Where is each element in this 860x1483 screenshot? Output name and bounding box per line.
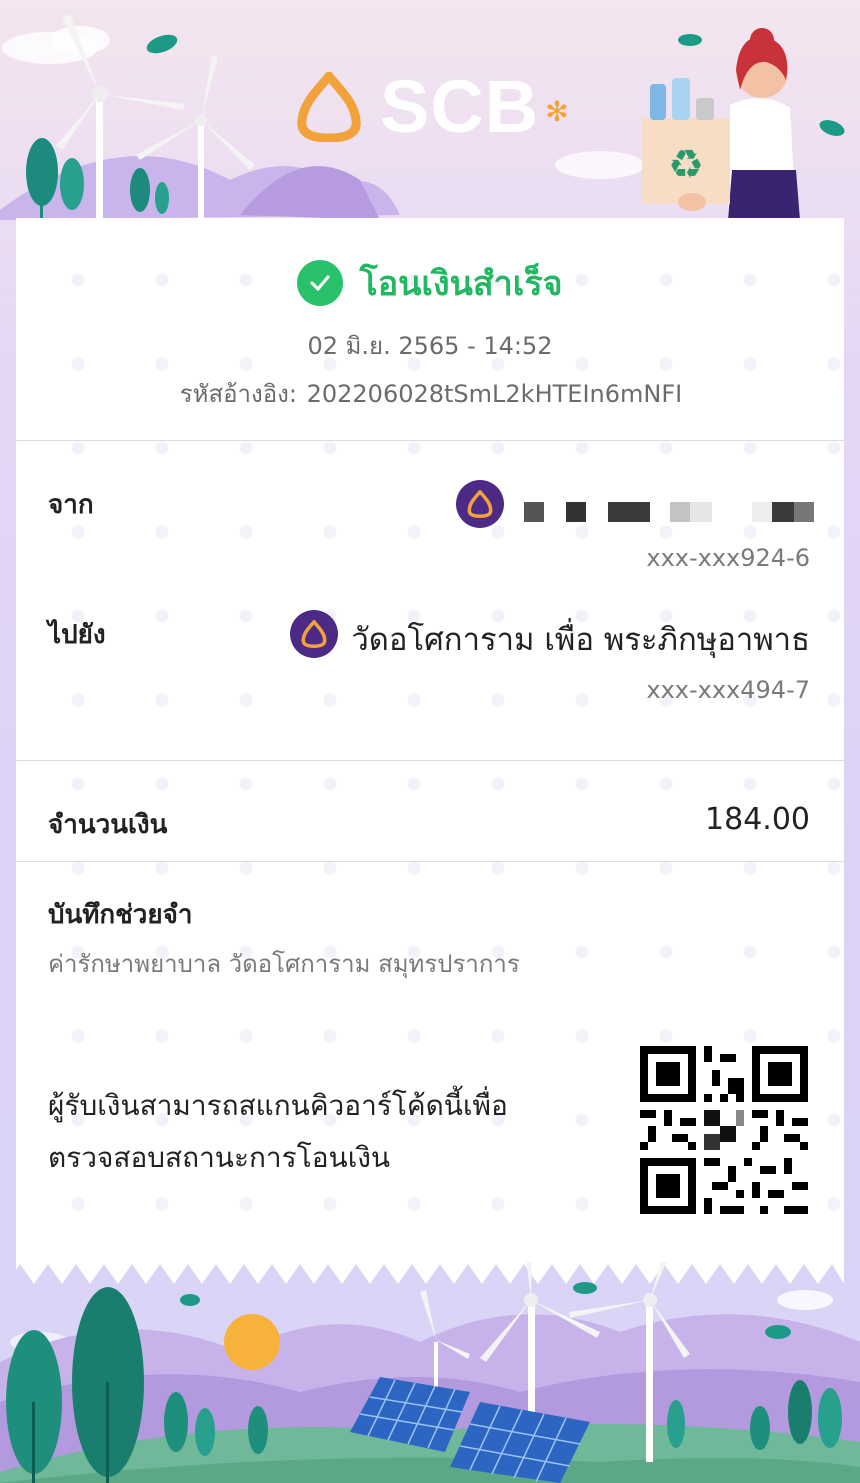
from-label: จาก xyxy=(48,490,94,520)
from-account-number: xxx-xxx924-6 xyxy=(646,544,810,572)
reference-value: 202206028tSmL2kHTEIn6mNFI xyxy=(306,380,683,408)
transaction-datetime: 02 มิ.ย. 2565 - 14:52 xyxy=(307,332,553,360)
reference-line: รหัสอ้างอิง: 202206028tSmL2kHTEIn6mNFI xyxy=(16,374,844,413)
reference-label: รหัสอ้างอิง: xyxy=(179,380,297,408)
from-name-masked xyxy=(524,502,814,522)
memo-label: บันทึกช่วยจำ xyxy=(48,900,193,930)
brand-star-icon: ✻ xyxy=(545,94,569,128)
divider xyxy=(16,861,844,862)
qr-code[interactable] xyxy=(640,1046,808,1214)
from-bank-icon xyxy=(456,480,504,528)
footer-background-art xyxy=(0,1262,860,1483)
memo-text: ค่ารักษาพยาบาล วัดอโศการาม สมุทรปราการ xyxy=(48,950,520,978)
receipt-card: โอนเงินสำเร็จ 02 มิ.ย. 2565 - 14:52 รหัส… xyxy=(16,218,844,1262)
to-account-number: xxx-xxx494-7 xyxy=(646,676,810,704)
scb-logo: SCB ✻ xyxy=(296,70,569,144)
to-label: ไปยัง xyxy=(48,620,106,650)
header-illustration: ♻ SCB ✻ xyxy=(0,0,860,220)
status-row: โอนเงินสำเร็จ xyxy=(16,256,844,310)
scb-logo-icon xyxy=(297,72,361,142)
divider xyxy=(16,440,844,441)
divider xyxy=(16,760,844,761)
to-bank-icon xyxy=(290,610,338,658)
qr-message-line-1: ผู้รับเงินสามารถสแกนคิวอาร์โค้ดนี้เพื่อ xyxy=(48,1089,508,1122)
check-circle-icon xyxy=(297,260,344,306)
amount-value: 184.00 xyxy=(705,802,810,837)
qr-message-line-2: ตรวจสอบสถานะการโอนเงิน xyxy=(48,1141,391,1174)
to-account-name: วัดอโศการาม เพื่อ พระภิกษุอาพาธ xyxy=(351,622,810,658)
brand-name: SCB xyxy=(380,65,540,148)
svg-text:♻: ♻ xyxy=(668,142,704,188)
status-text: โอนเงินสำเร็จ xyxy=(359,264,563,304)
footer-illustration xyxy=(0,1262,860,1483)
amount-label: จำนวนเงิน xyxy=(48,810,168,840)
